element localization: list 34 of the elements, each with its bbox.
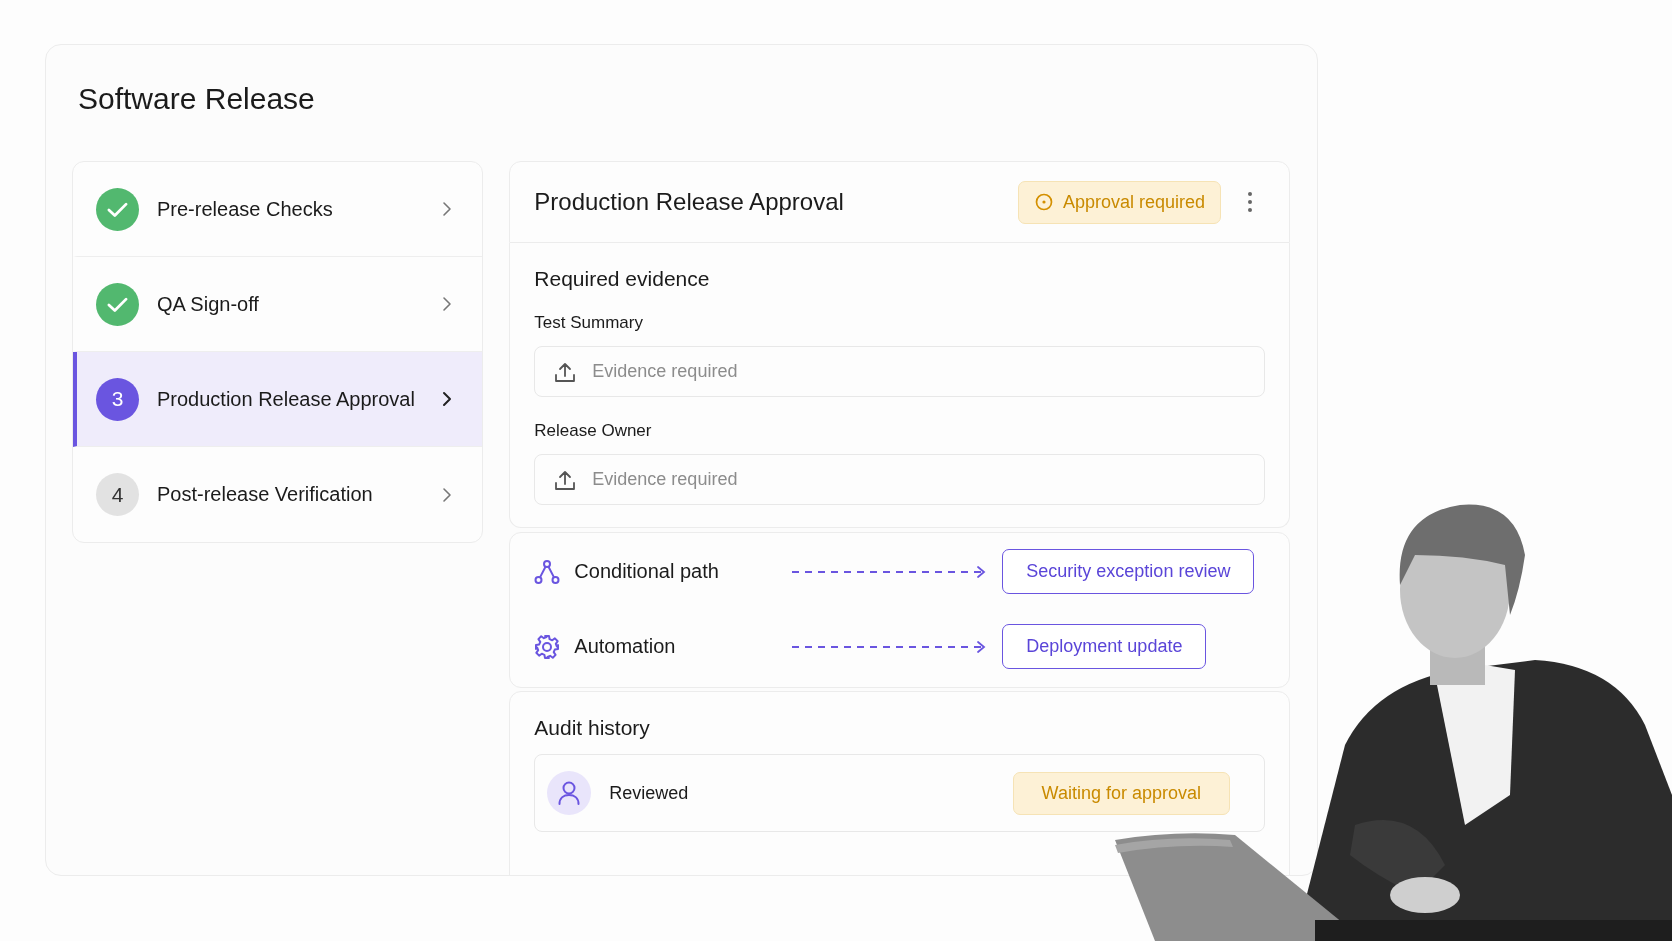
upload-icon bbox=[554, 468, 577, 491]
status-badge: Waiting for approval bbox=[1012, 771, 1230, 815]
field-label: Release Owner bbox=[534, 421, 653, 441]
detail-title: Production Release Approval bbox=[534, 188, 845, 216]
step-label: Pre-release Checks bbox=[157, 197, 334, 221]
step-item[interactable]: Pre-release Checks bbox=[73, 162, 483, 257]
chevron-right-icon bbox=[442, 201, 453, 217]
step-label: Production Release Approval bbox=[157, 387, 416, 411]
step-item[interactable]: 4 Post-release Verification bbox=[73, 447, 483, 542]
audit-label: Reviewed bbox=[609, 782, 690, 804]
step-number: 3 bbox=[96, 377, 139, 421]
section-heading: Required evidence bbox=[534, 267, 711, 291]
field-label: Test Summary bbox=[534, 313, 644, 333]
section-heading: Audit history bbox=[534, 716, 651, 740]
route-label: Conditional path bbox=[574, 560, 720, 583]
chevron-right-icon bbox=[442, 296, 453, 312]
step-label: QA Sign-off bbox=[157, 292, 260, 316]
status-badge: Approval required bbox=[1017, 180, 1221, 224]
user-avatar-icon bbox=[547, 771, 592, 815]
gear-icon bbox=[534, 633, 561, 660]
route-target-button[interactable]: Security exception review bbox=[1002, 549, 1255, 594]
chevron-right-icon bbox=[442, 391, 453, 407]
more-options-icon[interactable] bbox=[1247, 191, 1253, 213]
upload-icon bbox=[554, 360, 577, 383]
step-label: Post-release Verification bbox=[157, 483, 374, 506]
page-title: Software Release bbox=[78, 81, 316, 117]
check-icon bbox=[96, 187, 139, 231]
step-number: 4 bbox=[96, 473, 139, 516]
branch-icon bbox=[534, 558, 561, 585]
step-item[interactable]: 3 Production Release Approval bbox=[73, 352, 483, 447]
route-label: Automation bbox=[574, 635, 677, 658]
route-target-button[interactable]: Deployment update bbox=[1002, 624, 1207, 669]
chevron-right-icon bbox=[442, 486, 453, 503]
check-icon bbox=[96, 282, 139, 326]
